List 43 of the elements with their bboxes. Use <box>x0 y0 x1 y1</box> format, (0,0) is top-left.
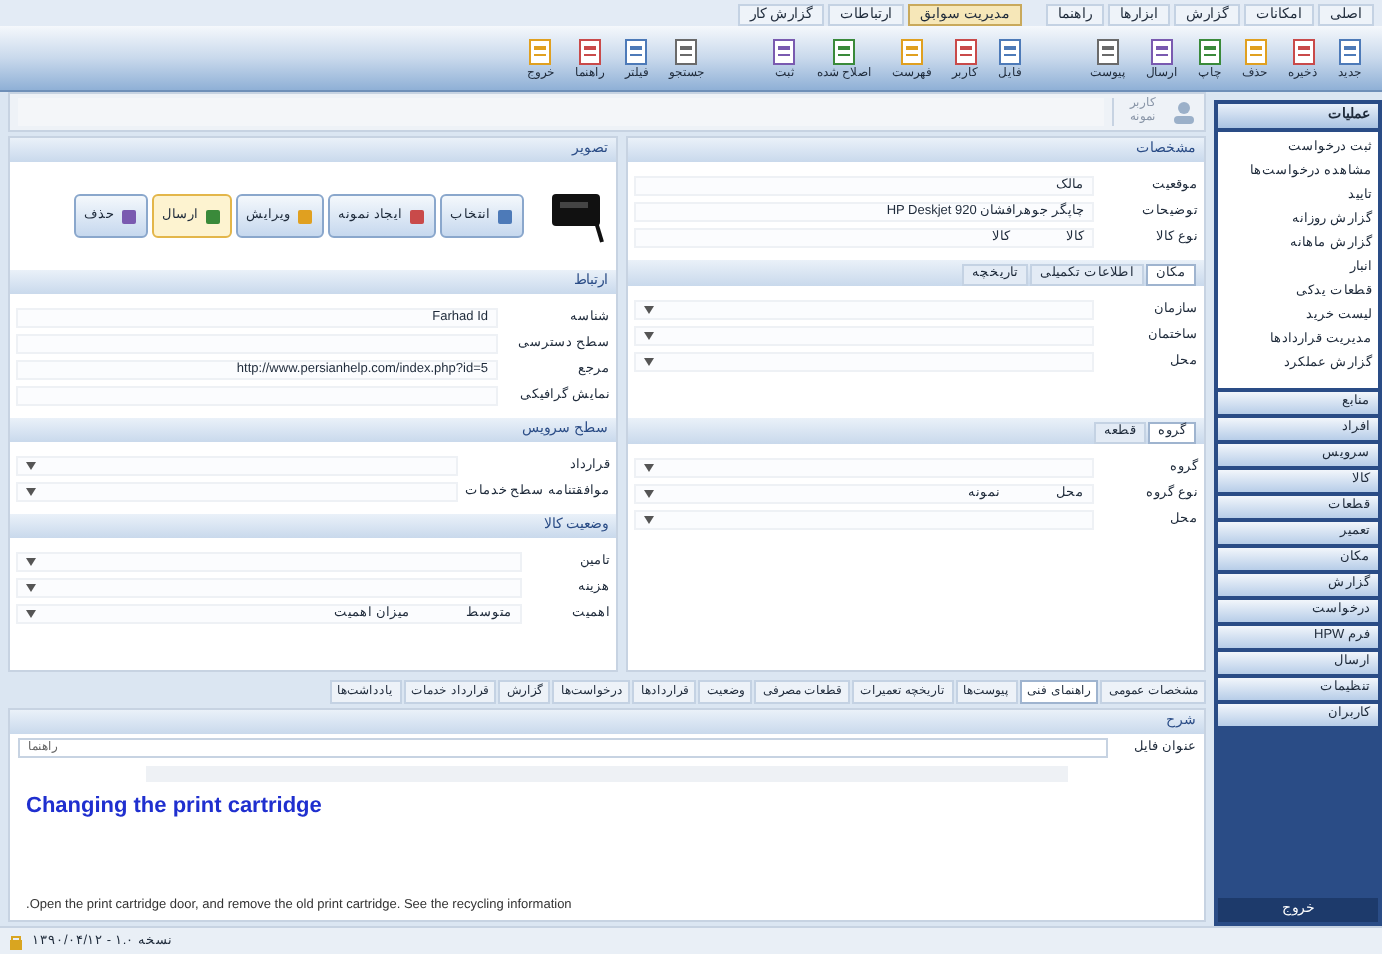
document-heading: Changing the print cartridge <box>26 792 322 822</box>
input-field[interactable] <box>634 325 1094 345</box>
document-icon <box>577 37 602 65</box>
document-icon <box>832 37 857 65</box>
dropdown-caret-icon <box>26 461 36 469</box>
input-field[interactable] <box>634 509 1094 529</box>
input-field[interactable] <box>16 551 522 571</box>
input-field[interactable] <box>16 577 522 597</box>
dropdown-caret-icon <box>26 583 36 591</box>
action-icon <box>120 207 139 225</box>
action-icon <box>496 207 514 225</box>
dropdown-caret-icon <box>644 489 654 497</box>
document-icon <box>1243 37 1267 65</box>
document-icon <box>772 37 797 65</box>
dropdown-caret-icon <box>26 557 36 565</box>
dropdown-caret-icon <box>644 357 654 365</box>
input-field[interactable] <box>634 351 1094 371</box>
input-field[interactable] <box>16 455 458 475</box>
document-icon <box>528 37 553 65</box>
action-icon <box>204 207 223 225</box>
dropdown-caret-icon <box>644 305 654 313</box>
dropdown-caret-icon <box>644 463 654 471</box>
document-icon <box>1150 37 1174 65</box>
dropdown-caret-icon <box>26 609 36 617</box>
action-icon <box>296 207 315 225</box>
document-icon <box>953 37 977 65</box>
lock-icon <box>8 933 24 949</box>
action-icon <box>408 207 426 225</box>
dropdown-caret-icon <box>644 515 654 523</box>
input-field[interactable] <box>16 481 458 501</box>
user-icon <box>1172 100 1196 124</box>
document-icon <box>998 37 1022 65</box>
document-icon <box>1291 37 1315 65</box>
dropdown-caret-icon <box>26 487 36 495</box>
input-field[interactable] <box>634 299 1094 319</box>
document-icon <box>624 37 649 65</box>
dropdown-caret-icon <box>644 331 654 339</box>
input-field[interactable] <box>634 457 1094 477</box>
document-icon <box>1096 37 1120 65</box>
document-icon <box>1338 37 1362 65</box>
document-icon <box>1198 37 1222 65</box>
document-icon <box>900 37 924 65</box>
document-icon <box>674 37 699 65</box>
